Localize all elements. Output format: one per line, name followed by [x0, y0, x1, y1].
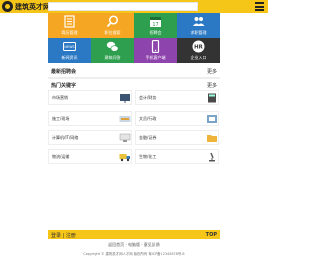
- presentation-icon: [120, 94, 130, 103]
- keyword-label: 生物/化工: [139, 154, 157, 159]
- tile-label: 招聘会: [149, 30, 162, 35]
- qa-icon: [106, 41, 119, 52]
- section-title: 热门关键字: [51, 83, 77, 89]
- keyword-marketing[interactable]: 市场营销: [48, 90, 132, 105]
- tile-label: 新闻资讯: [61, 55, 78, 60]
- document-list-icon: [64, 15, 75, 28]
- divider: [48, 77, 220, 79]
- keyword-label: 物流/运输: [52, 154, 70, 159]
- keyword-label: 市场营销: [52, 95, 68, 100]
- search-icon: [106, 15, 119, 28]
- footer-links[interactable]: 返回首页 · 电脑版 · 意见反馈: [48, 242, 220, 248]
- office-icon: [207, 115, 217, 123]
- tile-resume[interactable]: 简历管理: [48, 13, 91, 38]
- keyword-it[interactable]: 计算机/IT/网络: [48, 130, 132, 145]
- tile-job-fair[interactable]: 17 招聘会: [134, 13, 177, 38]
- keyword-logistics[interactable]: 物流/运输: [48, 149, 132, 164]
- tile-label: 建筑问答: [104, 55, 121, 60]
- logo-mark-icon: [2, 1, 13, 12]
- keyword-finance[interactable]: 金融/证券: [135, 130, 219, 145]
- tile-news[interactable]: NEWS 新闻资讯: [48, 38, 91, 63]
- hot-keywords-header: 热门关键字 更多: [48, 81, 220, 90]
- tile-enterprise[interactable]: HR 企业入口: [177, 38, 220, 63]
- top-bar: 建筑英才网: [0, 0, 268, 20]
- search-box[interactable]: [48, 2, 198, 20]
- keyword-biochem[interactable]: 生物/化工: [135, 149, 219, 164]
- keyword-label: 施工/现场: [52, 116, 70, 121]
- svg-text:17: 17: [152, 22, 158, 28]
- more-link[interactable]: 更多: [207, 68, 217, 75]
- news-icon: NEWS: [63, 42, 76, 51]
- calculator-icon: [208, 93, 216, 103]
- tile-job-search[interactable]: 职位搜索: [91, 13, 134, 38]
- job-fair-header: 最新招聘会 更多: [48, 67, 220, 76]
- svg-text:NEWS: NEWS: [64, 45, 74, 49]
- more-link[interactable]: 更多: [207, 82, 217, 89]
- calendar-icon: 17: [150, 17, 161, 28]
- register-link[interactable]: 注册: [66, 233, 76, 239]
- keyword-label: 计算机/IT/网络: [52, 135, 79, 140]
- keyword-clerk[interactable]: 文员/行政: [135, 111, 219, 126]
- bottom-bar: 登录 | 注册 TOP: [48, 230, 220, 239]
- tile-label: 职位搜索: [104, 30, 121, 35]
- back-to-top-link[interactable]: TOP: [206, 232, 217, 238]
- keyword-label: 金融/证券: [139, 135, 157, 140]
- microscope-icon: [209, 152, 215, 162]
- tile-qa[interactable]: 建筑问答: [91, 38, 134, 63]
- tile-label: 简历管理: [61, 30, 78, 35]
- tile-mobile-client[interactable]: 手机客户端: [134, 38, 177, 63]
- blueprint-icon: [119, 116, 131, 122]
- people-icon: [193, 17, 205, 26]
- truck-icon: [119, 154, 130, 162]
- separator: |: [62, 233, 65, 239]
- tile-label: 求职管理: [190, 30, 207, 35]
- tile-job-manage[interactable]: 求职管理: [177, 13, 220, 38]
- folder-icon: [207, 135, 217, 142]
- keyword-label: 文员/行政: [139, 116, 157, 121]
- hr-icon: HR: [192, 40, 205, 53]
- keyword-label: 会计/财务: [139, 95, 157, 100]
- section-title: 最新招聘会: [51, 69, 77, 75]
- login-link[interactable]: 登录: [51, 233, 61, 239]
- network-icon: [119, 133, 131, 142]
- logo-text: 建筑英才网: [15, 3, 50, 11]
- copyright-text: Copyright © 建筑英才网人才网 版权所有 粤ICP备12345678号…: [83, 252, 185, 256]
- phone-icon: [151, 40, 160, 53]
- tile-label: 企业入口: [190, 55, 207, 60]
- svg-text:HR: HR: [194, 45, 204, 51]
- site-logo[interactable]: 建筑英才网: [2, 1, 50, 12]
- keyword-construction[interactable]: 施工/现场: [48, 111, 132, 126]
- tile-label: 手机客户端: [145, 55, 166, 60]
- menu-icon[interactable]: [254, 1, 265, 12]
- keyword-accounting[interactable]: 会计/财务: [135, 90, 219, 105]
